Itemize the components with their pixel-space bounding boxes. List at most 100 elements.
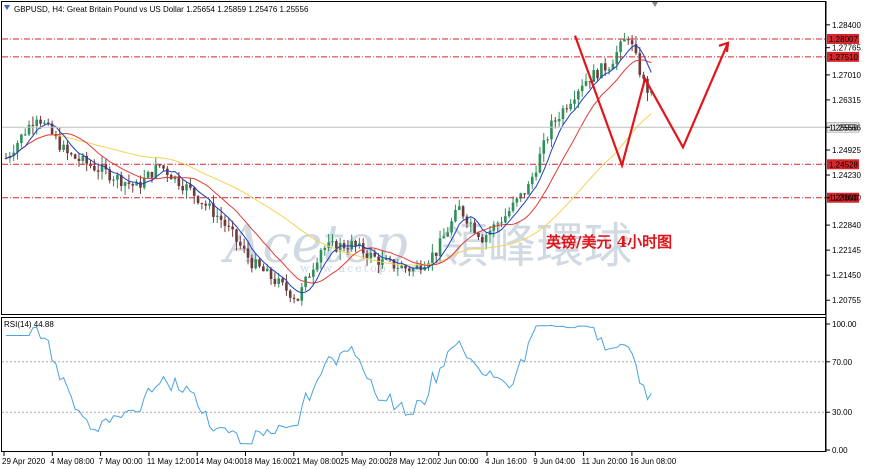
- candle-body: [350, 240, 354, 250]
- candle-body: [534, 172, 538, 177]
- candle-body: [365, 253, 369, 259]
- price-tick-label: 1.21450: [832, 271, 861, 280]
- rsi-header: RSI(14) 44.88: [4, 320, 54, 329]
- candle-body: [603, 63, 607, 71]
- candle-body: [39, 119, 42, 124]
- candle-body: [246, 248, 250, 258]
- candle-body: [81, 155, 85, 162]
- time-tick-label: 21 May 08:00: [292, 457, 341, 466]
- candle-body: [281, 278, 284, 283]
- candle-body: [573, 99, 576, 104]
- candle-body: [288, 290, 292, 298]
- candle-body: [27, 124, 31, 135]
- candle-body: [262, 266, 265, 272]
- candle-body: [31, 124, 35, 126]
- chart-header: GBPUSD, H4: Great Britain Pound vs US Do…: [14, 5, 309, 14]
- candle-body: [20, 134, 23, 144]
- candle-body: [185, 184, 188, 191]
- candle-body: [373, 252, 377, 257]
- candle-body: [469, 222, 473, 224]
- time-tick-label: 7 May 00:00: [99, 457, 144, 466]
- candle-body: [235, 229, 238, 242]
- candle-body: [557, 119, 561, 122]
- candle-body: [408, 268, 411, 272]
- price-tick-label: 1.24925: [832, 146, 861, 155]
- candle-body: [538, 153, 542, 173]
- candle-body: [396, 268, 400, 270]
- candle-body: [296, 298, 300, 301]
- time-tick-label: 25 May 20:00: [340, 457, 389, 466]
- rsi-tick-label: 70.00: [832, 358, 853, 367]
- candle-body: [300, 287, 304, 301]
- candle-body: [569, 103, 572, 110]
- time-tick-label: 28 May 12:00: [388, 457, 437, 466]
- candle-body: [96, 170, 100, 172]
- rsi-tick-label: 0.00: [832, 446, 848, 455]
- candle-body: [35, 119, 39, 126]
- candle-body: [630, 40, 634, 45]
- candle-body: [166, 168, 169, 176]
- candle-body: [580, 85, 584, 92]
- candle-body: [553, 120, 557, 122]
- candle-body: [308, 276, 311, 278]
- candle-body: [619, 41, 622, 53]
- time-tick-label: 16 Jun 08:00: [630, 457, 677, 466]
- chart-shift-icon: [652, 2, 658, 7]
- candle-body: [592, 70, 595, 82]
- candle-body: [70, 153, 73, 155]
- candle-body: [431, 252, 434, 263]
- candle-body: [530, 176, 534, 185]
- candle-body: [200, 202, 204, 204]
- candle-body: [127, 182, 131, 184]
- candle-body: [292, 297, 296, 299]
- candle-body: [546, 139, 549, 141]
- candle-body: [473, 222, 476, 233]
- candle-body: [504, 216, 507, 223]
- candle-body: [62, 144, 65, 150]
- candle-body: [507, 210, 511, 217]
- candle-body: [269, 268, 273, 279]
- candle-body: [112, 179, 115, 181]
- candle-body: [58, 136, 62, 150]
- candle-body: [607, 69, 611, 71]
- candle-body: [577, 91, 580, 100]
- candle-body: [438, 238, 442, 256]
- candle-body: [239, 241, 242, 246]
- price-tick-label: 1.23600: [832, 194, 861, 203]
- candle-body: [23, 134, 27, 136]
- candle-body: [223, 219, 227, 226]
- candle-body: [561, 108, 565, 120]
- time-tick-label: 11 Jun 20:00: [582, 457, 628, 466]
- price-tick-label: 1.25556: [832, 123, 861, 132]
- candle-body: [204, 203, 208, 206]
- candle-body: [584, 81, 588, 86]
- time-tick-label: 4 Jun 16:00: [485, 457, 527, 466]
- time-tick-label: 29 Apr 2020: [2, 457, 46, 466]
- rsi-panel-frame: [1, 317, 826, 452]
- candle-body: [457, 206, 461, 211]
- candle-body: [419, 264, 423, 271]
- projection-path: [573, 35, 730, 169]
- candle-body: [43, 122, 46, 124]
- time-tick-label: 14 May 04:00: [195, 457, 244, 466]
- candle-body: [523, 193, 526, 195]
- candle-body: [411, 268, 415, 272]
- candle-body: [123, 182, 127, 186]
- candle-body: [542, 140, 546, 154]
- price-tick-label: 1.27765: [832, 44, 861, 53]
- candle-body: [273, 278, 277, 284]
- candle-body: [150, 171, 154, 178]
- time-tick-label: 4 May 08:00: [50, 457, 95, 466]
- candle-body: [254, 259, 257, 269]
- time-tick-label: 9 Jun 04:00: [533, 457, 575, 466]
- candle-body: [192, 187, 196, 196]
- candle-body: [515, 198, 519, 203]
- candle-body: [450, 221, 453, 233]
- price-tick-label: 1.26315: [832, 96, 861, 105]
- candle-body: [481, 237, 484, 243]
- candle-body: [446, 232, 450, 237]
- chart: Acetop 領峰環球 www.acetop.com 1.25556 1.280…: [1, 1, 861, 466]
- candle-body: [208, 203, 211, 206]
- candle-body: [461, 206, 465, 217]
- candle-body: [215, 215, 219, 217]
